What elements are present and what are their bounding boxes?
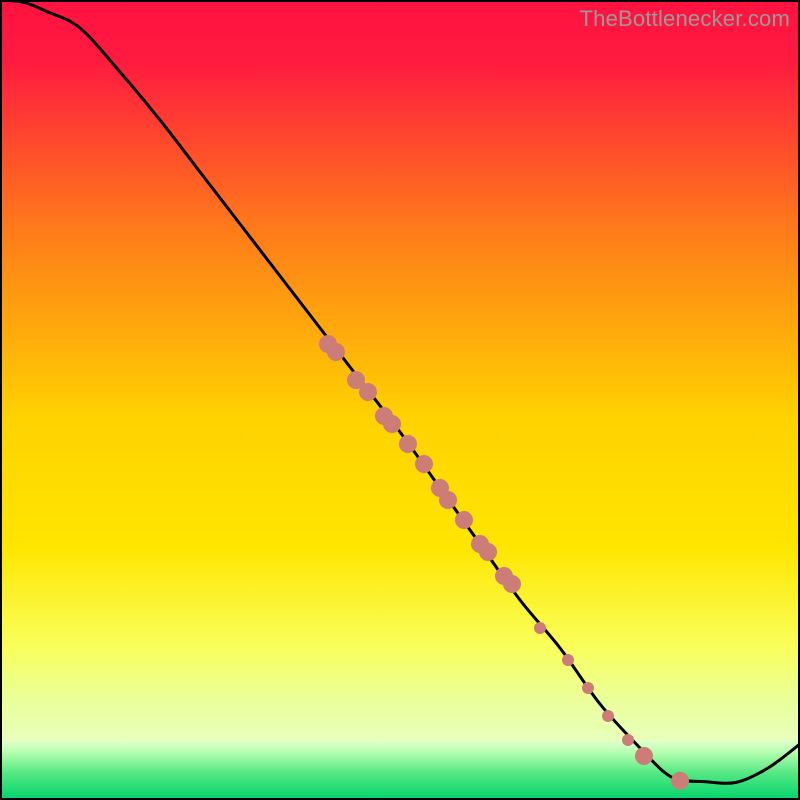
scatter-point	[503, 575, 521, 593]
scatter-point	[635, 747, 653, 765]
scatter-point	[562, 654, 574, 666]
scatter-point	[439, 491, 457, 509]
watermark-text: TheBottlenecker.com	[580, 6, 790, 32]
curve-line	[0, 0, 800, 783]
scatter-point	[327, 343, 345, 361]
scatter-point	[582, 682, 594, 694]
scatter-point	[479, 543, 497, 561]
scatter-point	[622, 734, 634, 746]
chart-stage: TheBottlenecker.com	[0, 0, 800, 800]
scatter-point	[359, 383, 377, 401]
chart-plot	[0, 0, 800, 800]
scatter-point	[671, 772, 689, 790]
scatter-point	[602, 710, 614, 722]
scatter-point	[399, 435, 417, 453]
scatter-points	[319, 335, 689, 790]
scatter-point	[383, 415, 401, 433]
scatter-point	[534, 622, 546, 634]
scatter-point	[415, 455, 433, 473]
scatter-point	[455, 511, 473, 529]
